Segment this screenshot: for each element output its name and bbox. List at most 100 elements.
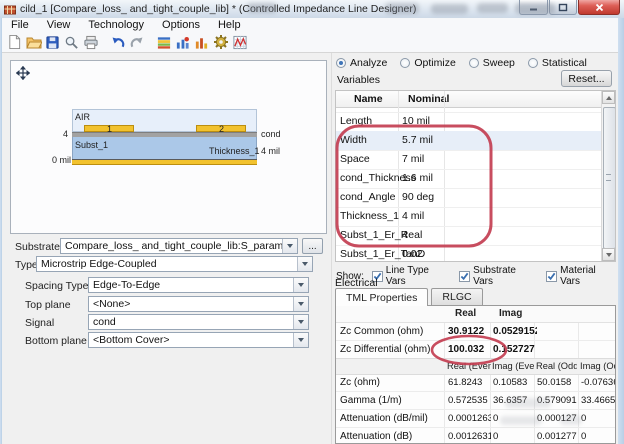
variable-nominal: 1.6 mil <box>402 172 433 184</box>
chevron-down-icon[interactable] <box>293 315 308 329</box>
signal-label: Signal <box>25 317 54 329</box>
zc-differential-imag: 0.152727 <box>493 344 537 355</box>
menu-options[interactable]: Options <box>153 19 209 31</box>
substrate-vars-label: Substrate Vars <box>473 265 538 287</box>
spacing-type-combobox[interactable]: Edge-To-Edge <box>88 277 309 293</box>
statistical-radio[interactable] <box>528 58 538 68</box>
row-label: Attenuation (dB/mil) <box>340 413 428 424</box>
cell-value: 0 <box>581 413 616 424</box>
scroll-up-button[interactable] <box>602 91 615 104</box>
magnifier-icon <box>64 35 79 50</box>
table-row[interactable]: Subst_1_Er_TanD 0.02 <box>336 245 602 262</box>
analyze-radio[interactable] <box>336 58 346 68</box>
analyze-chart-icon <box>175 35 190 50</box>
results-chart-button[interactable] <box>192 33 211 51</box>
top-plane-combobox[interactable]: <None> <box>88 296 309 312</box>
analysis-mode-group: Analyze Optimize Sweep Statistical <box>336 57 587 69</box>
table-row[interactable]: Thickness_1 4 mil <box>336 207 602 227</box>
print-button[interactable] <box>81 33 100 51</box>
electrical-tabs: TML Properties RLGC <box>335 288 486 306</box>
attenuation-db-row: Attenuation (dB) 0.00126314 0 0.0012776 … <box>336 427 615 444</box>
zc-common-row: Zc Common (ohm) 30.9122 0.0529152 <box>336 322 615 341</box>
menu-help[interactable]: Help <box>209 19 250 31</box>
name-column-header[interactable]: Name <box>354 93 383 105</box>
menu-view[interactable]: View <box>38 19 80 31</box>
real-odd-header: Real (Odd) <box>536 361 577 371</box>
bottom-plane-combobox[interactable]: <Bottom Cover> <box>88 332 309 348</box>
substrate-combobox[interactable]: Compare_loss_ and_tight_couple_lib:S_par… <box>60 238 298 254</box>
real-column-header: Real <box>455 308 476 319</box>
material-vars-label: Material Vars <box>560 265 618 287</box>
chevron-down-icon[interactable] <box>297 257 312 271</box>
panel-divider <box>331 53 332 444</box>
type-combobox[interactable]: Microstrip Edge-Coupled <box>36 256 313 272</box>
chevron-down-icon[interactable] <box>293 278 308 292</box>
table-row[interactable]: Subst_1_Er_Real 4 <box>336 226 602 246</box>
stackup-layers-icon <box>156 35 172 50</box>
chevron-down-icon[interactable] <box>293 333 308 347</box>
undo-button[interactable] <box>108 33 127 51</box>
row-label: Gamma (1/m) <box>340 395 402 406</box>
chevron-down-icon[interactable] <box>293 297 308 311</box>
cell-value: 0.000126314 <box>448 413 491 424</box>
signal-combobox[interactable]: cond <box>88 314 309 330</box>
conductor-2-label: 2 <box>219 124 224 134</box>
bottom-plane-value: <Bottom Cover> <box>93 334 169 346</box>
optimize-radio[interactable] <box>400 58 410 68</box>
variable-name: Width <box>340 134 367 146</box>
reset-button[interactable]: Reset... <box>561 70 612 87</box>
zoom-button[interactable] <box>62 33 81 51</box>
sweep-radio[interactable] <box>469 58 479 68</box>
menu-file[interactable]: File <box>2 19 38 31</box>
scroll-down-button[interactable] <box>602 248 615 261</box>
pan-cursor-icon <box>16 66 30 85</box>
variables-table-header: Name Nominal <box>336 91 602 108</box>
substrate-value: Compare_loss_ and_tight_couple_lib:S_par… <box>65 240 298 252</box>
top-plane-value: <None> <box>93 298 130 310</box>
scrollbar-thumb[interactable] <box>603 107 616 249</box>
toolbar <box>2 32 618 53</box>
window-border-right <box>618 18 624 444</box>
variable-nominal: 90 deg <box>402 191 434 203</box>
variable-name: Subst_1_Er_Real <box>340 229 422 241</box>
tab-tml-properties[interactable]: TML Properties <box>335 288 428 306</box>
open-button[interactable] <box>24 33 43 51</box>
table-row[interactable]: Space 7 mil <box>336 150 602 170</box>
sweep-label: Sweep <box>483 57 515 69</box>
menu-bar: File View Technology Options Help <box>2 18 618 32</box>
cell-value: -0.0763633 <box>581 377 616 388</box>
table-row[interactable]: cond_Angle 90 deg <box>336 188 602 208</box>
chevron-down-icon[interactable] <box>282 239 297 253</box>
settings-button[interactable] <box>211 33 230 51</box>
new-button[interactable] <box>5 33 24 51</box>
substrate-browse-button[interactable]: ... <box>302 238 323 254</box>
tml-header-row: Real Imag <box>336 306 615 323</box>
title-bar: cild_1 [Compare_loss_ and_tight_couple_l… <box>0 0 624 19</box>
gear-icon <box>213 34 229 50</box>
bar-chart-icon <box>194 35 209 50</box>
variables-scrollbar[interactable] <box>601 91 615 261</box>
menu-technology[interactable]: Technology <box>79 19 153 31</box>
cross-section-preview[interactable]: AIR 1 2 4 cond Subst_1 Thickness_1 4 mil… <box>10 60 327 234</box>
top-plane-label: Top plane <box>25 299 71 311</box>
table-row[interactable]: Length 10 mil <box>336 112 602 132</box>
cell-value: 50.0158 <box>537 377 577 388</box>
table-row[interactable]: cond_Thickness 1.6 mil <box>336 169 602 189</box>
cond-layer-label: cond <box>261 129 281 139</box>
table-row-selected[interactable]: Width 5.7 mil <box>336 131 602 151</box>
redo-button[interactable] <box>127 33 146 51</box>
close-button[interactable] <box>578 0 620 15</box>
cell-value: 0 <box>493 431 533 442</box>
save-button[interactable] <box>43 33 62 51</box>
material-vars-checkbox[interactable] <box>546 271 557 282</box>
tab-rlgc[interactable]: RLGC <box>431 288 482 305</box>
analyze-label: Analyze <box>350 57 387 69</box>
plot-button[interactable] <box>230 33 249 51</box>
stackup-editor-button[interactable] <box>154 33 173 51</box>
substrate-vars-checkbox[interactable] <box>459 271 470 282</box>
analyze-chart-button[interactable] <box>173 33 192 51</box>
variable-name: cond_Angle <box>340 191 395 203</box>
new-document-icon <box>7 34 22 50</box>
variable-nominal: 7 mil <box>402 153 424 165</box>
row-label: Zc Common (ohm) <box>340 326 423 337</box>
